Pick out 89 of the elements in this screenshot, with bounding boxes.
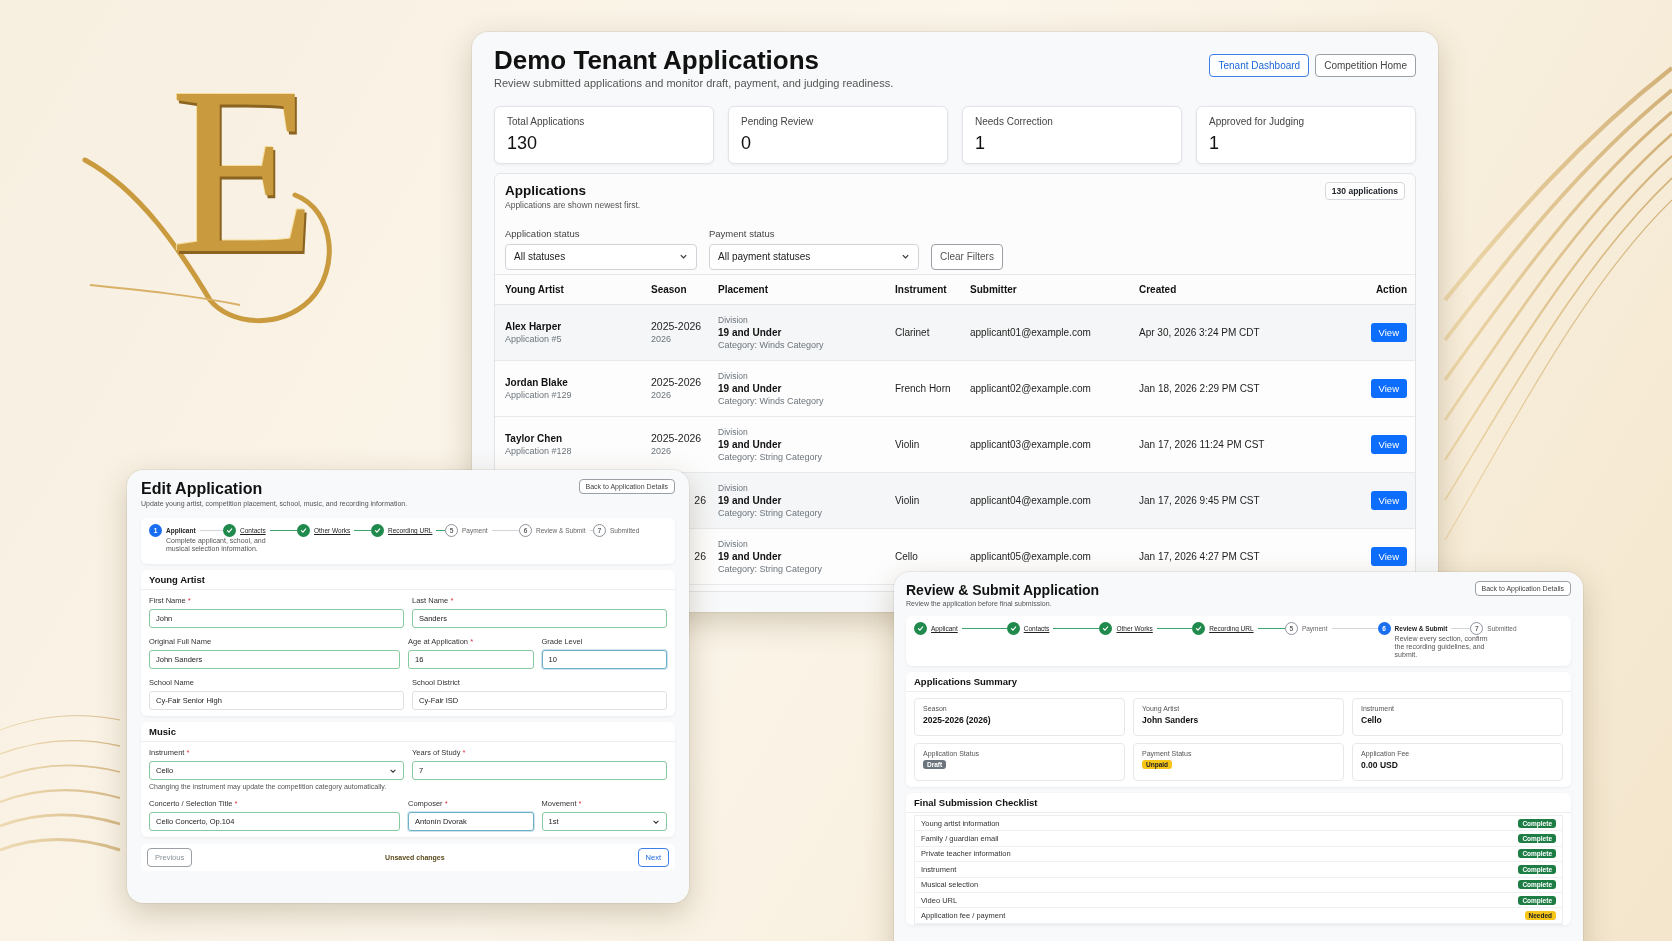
section-title: Music — [149, 726, 176, 737]
view-button[interactable]: View — [1370, 434, 1407, 454]
instrument-text: Violin — [895, 438, 921, 450]
instrument-text: Clarinet — [895, 326, 931, 338]
page-subtitle: Review submitted applications and monitor draft, payment, and judging readiness. — [494, 76, 894, 90]
panel-subtitle: Applications are shown newest first. — [505, 200, 641, 212]
clear-filters-button[interactable]: Clear Filters — [931, 243, 1003, 270]
application-number: Application #128 — [505, 445, 572, 456]
category-text: Category: Winds Category — [718, 339, 824, 350]
view-button[interactable]: View — [1370, 378, 1407, 398]
summary-value: Cello — [1361, 715, 1382, 725]
chevron-down-icon — [679, 252, 688, 261]
nav-button[interactable]: Tenant Dashboard — [1209, 54, 1310, 77]
page-title: Demo Tenant Applications — [494, 44, 821, 76]
application-number: Application #129 — [505, 389, 572, 400]
count-badge: 130 applications — [1324, 182, 1405, 200]
division-name: 19 and Under — [718, 382, 782, 394]
created-date: Jan 17, 2026 9:45 PM CST — [1139, 494, 1261, 506]
artist-name: Alex Harper — [505, 320, 562, 332]
stat-value: 130 — [507, 132, 538, 154]
instrument-text: Cello — [895, 550, 919, 562]
year-text: 2026 — [651, 390, 672, 400]
stat-value: 1 — [975, 132, 985, 154]
filter-label: Payment status — [709, 227, 776, 240]
logo-letter: E — [170, 50, 317, 290]
created-date: Jan 18, 2026 2:29 PM CST — [1139, 382, 1261, 394]
summary-value: John Sanders — [1142, 715, 1199, 725]
stat-label: Total Applications — [507, 116, 586, 128]
stat-value: 0 — [741, 132, 751, 154]
division-label: Division — [718, 370, 748, 381]
window-title: Edit Application — [141, 479, 264, 499]
panel-title: Applications — [505, 182, 587, 200]
column-header: Created — [1139, 283, 1177, 295]
instrument-text: French Horn — [895, 382, 952, 394]
view-button[interactable]: View — [1370, 322, 1407, 342]
column-header: Submitter — [970, 283, 1017, 295]
column-header: Action — [1375, 283, 1407, 295]
division-label: Division — [718, 314, 748, 325]
filter-select[interactable]: All statuses — [505, 243, 697, 270]
nav-button[interactable]: Competition Home — [1315, 54, 1416, 77]
view-button[interactable]: View — [1370, 490, 1407, 510]
stat-value: 1 — [1209, 132, 1219, 154]
application-number: Application #5 — [505, 333, 562, 344]
column-header: Young Artist — [505, 283, 564, 295]
artist-name: Taylor Chen — [505, 432, 563, 444]
season-text: 26 — [694, 494, 706, 506]
season-text: 2025-2026 — [651, 432, 702, 444]
season-text: 2025-2026 — [651, 320, 702, 332]
division-name: 19 and Under — [718, 550, 782, 562]
view-button[interactable]: View — [1370, 546, 1407, 566]
division-name: 19 and Under — [718, 438, 782, 450]
summary-value: 0.00 USD — [1361, 760, 1398, 770]
submitter-email: applicant05@example.com — [970, 550, 1092, 562]
year-text: 2026 — [651, 446, 672, 456]
category-text: Category: String Category — [718, 563, 823, 574]
division-name: 19 and Under — [718, 326, 782, 338]
category-text: Category: String Category — [718, 451, 823, 462]
submitter-email: applicant03@example.com — [970, 438, 1092, 450]
created-date: Jan 17, 2026 11:24 PM CST — [1139, 438, 1266, 450]
stat-label: Approved for Judging — [1209, 116, 1306, 128]
year-text: 2026 — [651, 334, 672, 344]
submitter-email: applicant02@example.com — [970, 382, 1092, 394]
column-header: Season — [651, 283, 687, 295]
submitter-email: applicant01@example.com — [970, 326, 1092, 338]
column-header: Instrument — [895, 283, 947, 295]
division-label: Division — [718, 426, 748, 437]
category-text: Category: String Category — [718, 507, 823, 518]
filter-label: Application status — [505, 227, 581, 240]
season-text: 26 — [694, 550, 706, 562]
column-header: Placement — [718, 283, 769, 295]
window-title: Review & Submit Application — [906, 581, 1100, 599]
section-title: Young Artist — [149, 574, 205, 585]
summary-value: 2025-2026 (2026) — [923, 715, 991, 725]
season-text: 2025-2026 — [651, 376, 702, 388]
section-title: Applications Summary — [914, 676, 1017, 687]
instrument-text: Violin — [895, 494, 921, 506]
created-date: Jan 17, 2026 4:27 PM CST — [1139, 550, 1261, 562]
division-label: Division — [718, 482, 748, 493]
stat-label: Needs Correction — [975, 116, 1054, 128]
chevron-down-icon — [901, 252, 910, 261]
category-text: Category: Winds Category — [718, 395, 824, 406]
section-title: Final Submission Checklist — [914, 797, 1038, 808]
filter-select[interactable]: All payment statuses — [709, 243, 919, 270]
stat-label: Pending Review — [741, 116, 815, 128]
division-name: 19 and Under — [718, 494, 782, 506]
division-label: Division — [718, 538, 748, 549]
artist-name: Jordan Blake — [505, 376, 568, 388]
submitter-email: applicant04@example.com — [970, 494, 1092, 506]
created-date: Apr 30, 2026 3:24 PM CDT — [1139, 326, 1261, 338]
